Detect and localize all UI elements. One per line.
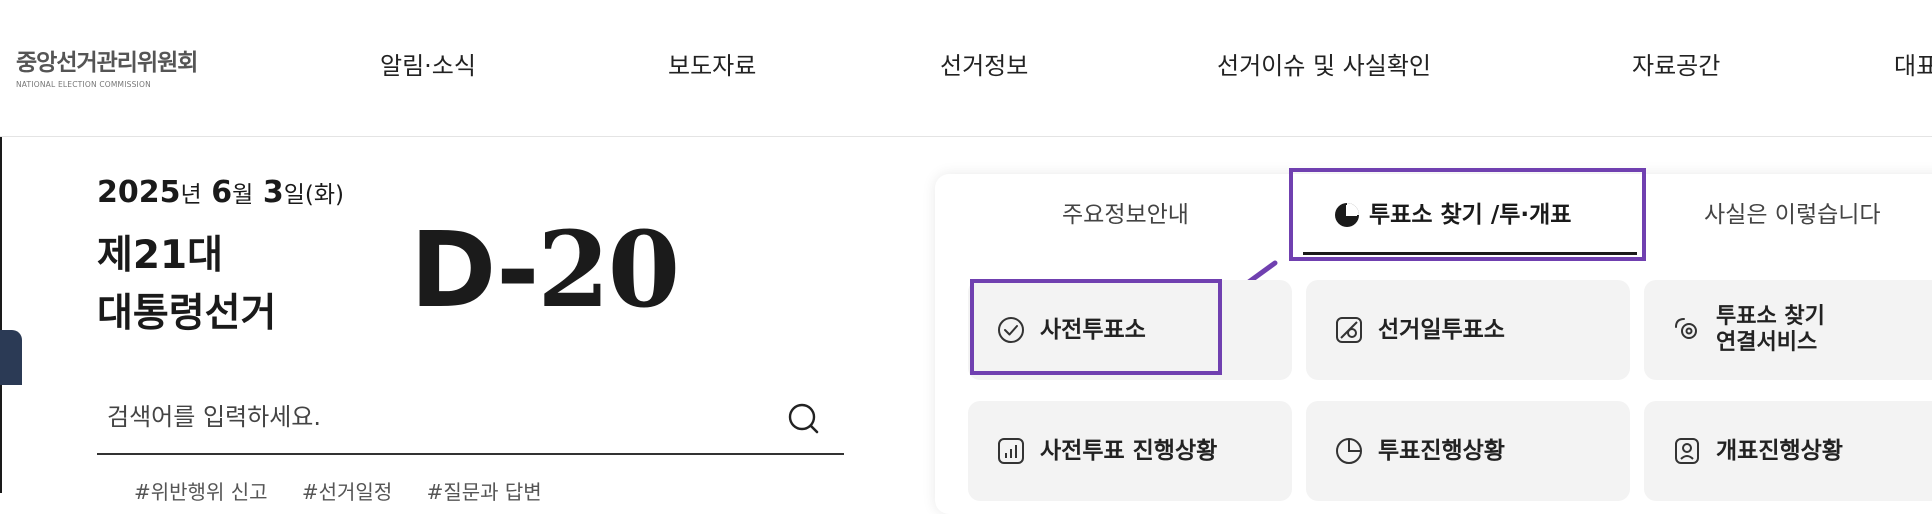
card-counting-progress[interactable]: 개표진행상황 xyxy=(1644,401,1932,501)
search-tag[interactable]: #위반행위 신고 xyxy=(134,480,268,504)
tab-fact-check[interactable]: 사실은 이렇습니다 xyxy=(1704,200,1881,230)
card-election-day-place[interactable]: 선거일투표소 xyxy=(1306,280,1630,380)
date-month: 6 xyxy=(211,175,233,210)
highlight-box-card xyxy=(970,279,1222,375)
date-day: 3 xyxy=(262,175,284,210)
card-voting-progress[interactable]: 투표진행상황 xyxy=(1306,401,1630,501)
ballot-icon xyxy=(1675,438,1699,464)
date-month-unit: 월 xyxy=(232,182,254,208)
pie-chart-icon xyxy=(1336,438,1362,464)
search-icon[interactable] xyxy=(786,401,822,437)
date-year: 2025 xyxy=(97,175,181,210)
card-label-line2: 연결서비스 xyxy=(1716,330,1818,355)
map-pin-icon xyxy=(1336,317,1362,343)
nav-item-notice[interactable]: 알림·소식 xyxy=(380,51,476,81)
election-title-line1: 제21대 xyxy=(97,233,224,278)
card-label: 투표소 찾기 연결서비스 xyxy=(1716,304,1825,356)
search-bar xyxy=(97,385,844,455)
dday-number: 20 xyxy=(537,208,680,331)
search-tag[interactable]: #질문과 답변 xyxy=(427,480,542,504)
nav-item-representative[interactable]: 대표 xyxy=(1894,51,1932,81)
bar-chart-icon xyxy=(998,438,1024,464)
card-early-voting-progress[interactable]: 사전투표 진행상황 xyxy=(968,401,1292,501)
dday-prefix: D- xyxy=(410,209,539,331)
dday-counter: D-20 xyxy=(410,208,680,331)
date-year-unit: 년 xyxy=(180,182,202,208)
card-polling-place-link-service[interactable]: 투표소 찾기 연결서비스 xyxy=(1644,280,1932,380)
logo-korean: 중앙선거관리위원회 xyxy=(16,50,198,76)
election-date: 2025년 6월 3일(화) xyxy=(97,175,344,213)
card-label-line1: 투표소 찾기 xyxy=(1716,304,1825,329)
logo-english: NATIONAL ELECTION COMMISSION xyxy=(16,80,151,89)
search-tag[interactable]: #선거일정 xyxy=(302,480,392,504)
card-label: 개표진행상황 xyxy=(1716,438,1843,464)
nav-item-fact-check[interactable]: 선거이슈 및 사실확인 xyxy=(1217,51,1431,81)
nav-item-archive[interactable]: 자료공간 xyxy=(1632,51,1720,81)
card-label: 선거일투표소 xyxy=(1378,317,1505,343)
search-tags: #위반행위 신고 #선거일정 #질문과 답변 xyxy=(134,476,570,505)
card-label: 사전투표 진행상황 xyxy=(1040,438,1218,464)
nav-item-press[interactable]: 보도자료 xyxy=(668,51,756,81)
tab-main-info[interactable]: 주요정보안내 xyxy=(1062,200,1189,230)
site-header: 중앙선거관리위원회 NATIONAL ELECTION COMMISSION 알… xyxy=(0,0,1932,137)
date-day-unit: 일 xyxy=(283,182,305,208)
date-weekday: (화) xyxy=(304,182,344,208)
highlight-box-tab xyxy=(1289,168,1646,261)
side-floating-tab[interactable] xyxy=(0,330,22,385)
election-title-line2: 대통령선거 xyxy=(97,291,277,336)
search-input[interactable] xyxy=(105,393,749,441)
site-logo[interactable]: 중앙선거관리위원회 NATIONAL ELECTION COMMISSION xyxy=(16,50,198,89)
nav-item-election-info[interactable]: 선거정보 xyxy=(940,51,1028,81)
card-label: 투표진행상황 xyxy=(1378,438,1505,464)
link-icon xyxy=(1675,318,1697,339)
